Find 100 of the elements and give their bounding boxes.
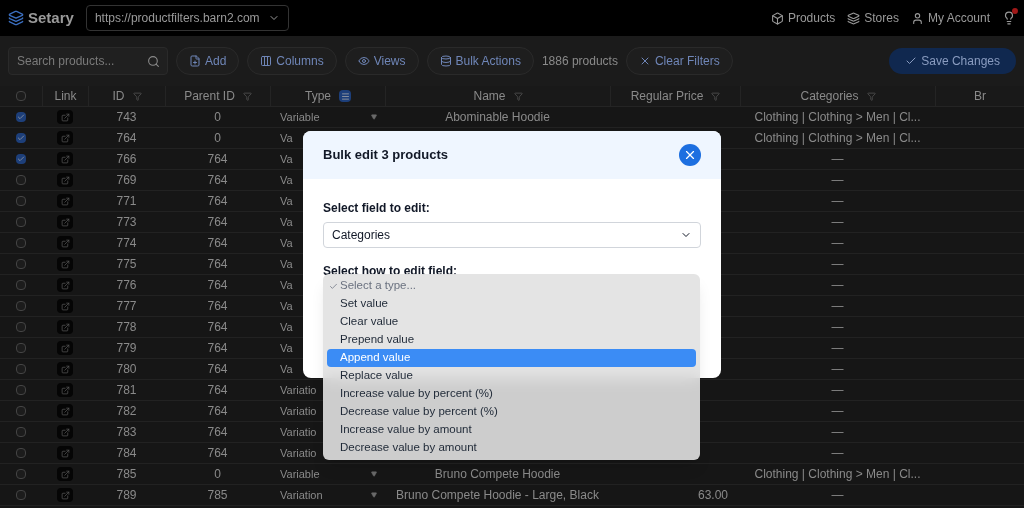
link-icon[interactable] — [57, 425, 73, 439]
row-checkbox[interactable] — [16, 385, 26, 395]
link-icon[interactable] — [57, 467, 73, 481]
table-cell-text: Variatio — [280, 424, 317, 440]
field-label: Select field to edit: — [323, 200, 431, 217]
toolbar-button[interactable]: Views — [344, 47, 419, 75]
field-select[interactable]: Categories — [323, 222, 701, 248]
link-icon[interactable] — [57, 488, 73, 502]
column-header: Link — [54, 88, 77, 105]
nav-link[interactable]: Stores — [847, 9, 899, 27]
table-cell-text: 775 — [116, 256, 137, 273]
dropdown-option[interactable]: Clear value — [327, 313, 696, 331]
dropdown-option[interactable]: Prepend value — [327, 331, 696, 349]
table-cell-text: 764 — [207, 193, 228, 210]
link-icon[interactable] — [57, 173, 73, 187]
table-cell-text: 783 — [116, 424, 137, 441]
search-icon[interactable] — [147, 55, 160, 68]
filter-icon[interactable] — [339, 90, 351, 102]
caret-icon[interactable] — [371, 471, 377, 477]
table-cell-text: 0 — [214, 109, 221, 126]
table-cell-text: Va — [280, 340, 293, 356]
row-checkbox[interactable] — [16, 469, 26, 479]
table-cell-text: 764 — [207, 298, 228, 315]
row-checkbox[interactable] — [16, 343, 26, 353]
caret-icon[interactable] — [371, 114, 377, 120]
link-icon[interactable] — [57, 299, 73, 313]
link-icon[interactable] — [57, 257, 73, 271]
link-icon[interactable] — [57, 278, 73, 292]
table-cell-text: 779 — [116, 340, 137, 357]
table-cell-text: 784 — [116, 445, 137, 462]
row-checkbox[interactable] — [16, 280, 26, 290]
row-checkbox[interactable] — [16, 448, 26, 458]
toolbar-button[interactable]: Add — [176, 47, 240, 75]
row-checkbox[interactable] — [16, 175, 26, 185]
brand-name: Setary — [28, 7, 74, 28]
table-cell-text: Variable — [280, 109, 320, 125]
dropdown-option[interactable]: Replace value — [327, 367, 696, 385]
dropdown-option[interactable]: Decrease value by percent (%) — [327, 403, 696, 421]
link-icon[interactable] — [57, 362, 73, 376]
dropdown-option[interactable]: Increase value by amount — [327, 421, 696, 439]
link-icon[interactable] — [57, 110, 73, 124]
table-cell-text: Va — [280, 193, 293, 209]
row-checkbox[interactable] — [16, 490, 26, 500]
select-all-checkbox[interactable] — [16, 91, 26, 101]
search-field[interactable]: Search products... — [8, 47, 168, 75]
store-select[interactable]: https://productfilters.barn2.com — [85, 5, 289, 31]
row-checkbox[interactable] — [16, 427, 26, 437]
nav-link[interactable]: My Account — [910, 9, 990, 27]
link-icon[interactable] — [57, 383, 73, 397]
layers-icon — [847, 11, 861, 25]
table-cell-text: Abominable Hoodie — [445, 109, 550, 126]
column-header: Br — [974, 88, 986, 105]
row-checkbox[interactable] — [16, 217, 26, 227]
column-header: Categories — [800, 88, 859, 105]
link-icon[interactable] — [57, 236, 73, 250]
table-cell-text: — — [831, 403, 844, 420]
dropdown-option[interactable]: Decrease value by amount — [327, 439, 696, 457]
row-checkbox[interactable] — [16, 196, 26, 206]
database-icon — [439, 55, 452, 67]
row-checkbox[interactable] — [16, 133, 26, 143]
link-icon[interactable] — [57, 152, 73, 166]
toolbar-button[interactable]: Columns — [247, 47, 337, 75]
table-cell-text: Va — [280, 319, 293, 335]
link-icon[interactable] — [57, 446, 73, 460]
row-checkbox[interactable] — [16, 301, 26, 311]
clear-filters-button[interactable]: Clear Filters — [625, 47, 733, 75]
dropdown-option[interactable]: Set value — [327, 295, 696, 313]
row-checkbox[interactable] — [16, 406, 26, 416]
table-cell-text: — — [831, 235, 844, 252]
row-checkbox[interactable] — [16, 364, 26, 374]
table-cell-text: — — [831, 151, 844, 168]
row-checkbox[interactable] — [16, 238, 26, 248]
table-cell-text: 780 — [116, 361, 137, 378]
link-icon[interactable] — [57, 131, 73, 145]
dropdown-option[interactable]: Increase value by percent (%) — [327, 385, 696, 403]
link-icon[interactable] — [57, 194, 73, 208]
column-header: ID — [112, 88, 125, 105]
row-checkbox[interactable] — [16, 154, 26, 164]
row-checkbox[interactable] — [16, 112, 26, 122]
table-cell-text: — — [831, 277, 844, 294]
table-cell-text: Va — [280, 172, 293, 188]
save-changes-button[interactable]: Save Changes — [889, 48, 1016, 74]
table-cell-text: 764 — [207, 235, 228, 252]
link-icon[interactable] — [57, 320, 73, 334]
table-cell-text: — — [831, 340, 844, 357]
nav-link[interactable]: Products — [770, 9, 836, 27]
table-cell-text: — — [831, 214, 844, 231]
row-checkbox[interactable] — [16, 259, 26, 269]
toolbar-button[interactable]: Bulk Actions — [426, 47, 534, 75]
table-cell-text: — — [831, 445, 844, 462]
table-cell-text: Va — [280, 256, 293, 272]
link-icon[interactable] — [57, 341, 73, 355]
row-checkbox[interactable] — [16, 322, 26, 332]
lightbulb-icon[interactable] — [1002, 11, 1016, 25]
caret-icon[interactable] — [371, 492, 377, 498]
close-button[interactable] — [679, 144, 701, 166]
link-icon[interactable] — [57, 404, 73, 418]
table-cell-text: Va — [280, 235, 293, 251]
table-cell-text: 781 — [116, 382, 137, 399]
link-icon[interactable] — [57, 215, 73, 229]
